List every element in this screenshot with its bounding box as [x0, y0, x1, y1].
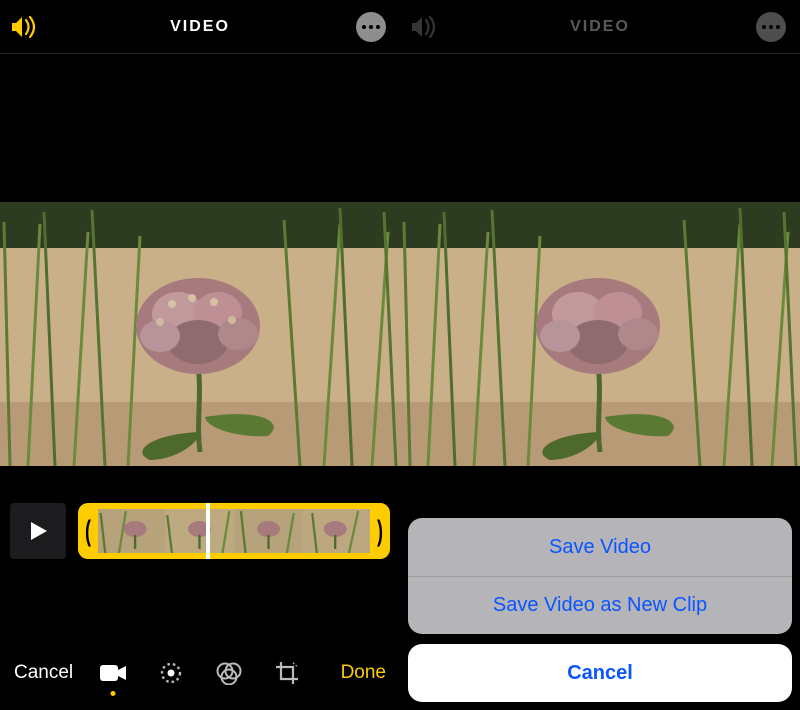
mode-title: VIDEO [570, 18, 630, 36]
trim-control[interactable]: ( ) [78, 503, 390, 559]
save-video-option[interactable]: Save Video [408, 518, 792, 576]
mode-title: VIDEO [170, 18, 230, 36]
right-screenshot: VIDEO [400, 0, 800, 710]
save-as-new-clip-option[interactable]: Save Video as New Clip [408, 576, 792, 634]
play-button[interactable] [10, 503, 66, 559]
black-spacer [400, 54, 800, 202]
filters-tool-icon[interactable] [215, 659, 243, 687]
black-spacer [0, 54, 400, 202]
chevron-right-icon: ) [377, 514, 383, 548]
volume-icon[interactable] [10, 14, 40, 45]
video-tool-icon[interactable] [99, 659, 127, 687]
more-button[interactable] [356, 12, 386, 42]
top-bar: VIDEO [0, 0, 400, 54]
action-sheet-cancel[interactable]: Cancel [408, 644, 792, 702]
chevron-left-icon: ( [85, 514, 91, 548]
left-screenshot: VIDEO [0, 0, 400, 710]
trim-thumbnails [96, 509, 372, 553]
adjust-tool-icon[interactable] [157, 659, 185, 687]
video-frame [400, 202, 800, 466]
bottom-toolbar: Cancel [0, 636, 400, 710]
more-button[interactable] [756, 12, 786, 42]
playhead[interactable] [206, 503, 210, 559]
trim-handle-right[interactable]: ) [370, 503, 390, 559]
timeline-row: ( ) [0, 492, 400, 570]
trim-handle-left[interactable]: ( [78, 503, 98, 559]
crop-tool-icon[interactable] [273, 659, 301, 687]
done-button[interactable]: Done [341, 662, 386, 684]
top-bar: VIDEO [400, 0, 800, 54]
dual-screenshot: VIDEO [0, 0, 800, 710]
video-frame[interactable] [0, 202, 400, 466]
volume-icon[interactable] [410, 14, 440, 45]
action-sheet-options: Save Video Save Video as New Clip [408, 518, 792, 634]
action-sheet: Save Video Save Video as New Clip Cancel [408, 518, 792, 702]
